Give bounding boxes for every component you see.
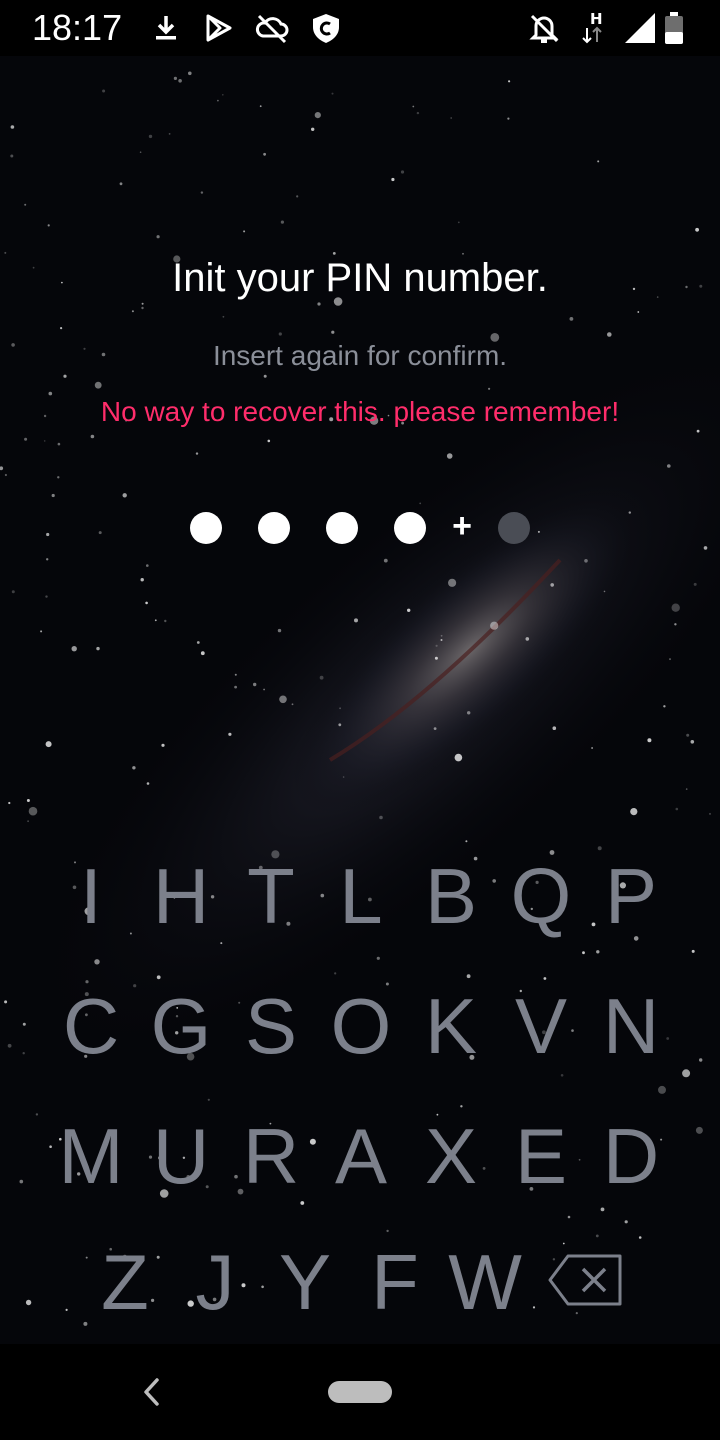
key-row2-4[interactable]: O	[316, 976, 406, 1076]
pin-dot-1	[190, 512, 222, 544]
key-row3-2[interactable]: U	[136, 1106, 226, 1206]
notifications-off-icon	[526, 10, 562, 46]
key-row1-2[interactable]: H	[136, 846, 226, 946]
key-row1-1[interactable]: I	[46, 846, 136, 946]
navigation-bar	[0, 1344, 720, 1440]
key-row3-4[interactable]: A	[316, 1106, 406, 1206]
home-pill-icon[interactable]	[328, 1381, 392, 1403]
network-h-icon: H	[578, 10, 614, 46]
svg-text:H: H	[590, 10, 603, 28]
key-row1-4[interactable]: L	[316, 846, 406, 946]
key-row2-2[interactable]: G	[136, 976, 226, 1076]
pin-setup-screen: 18:17 H Init your PIN number. Insert aga…	[0, 0, 720, 1440]
signal-icon	[622, 10, 658, 46]
pin-extend-plus: +	[452, 507, 472, 545]
key-row1-7[interactable]: P	[586, 846, 676, 946]
pin-dot-4	[394, 512, 426, 544]
key-row1-3[interactable]: T	[226, 846, 316, 946]
shield-c-icon	[308, 10, 344, 46]
status-bar: 18:17 H	[0, 0, 720, 56]
key-row4-3[interactable]: Y	[260, 1232, 350, 1332]
key-row2-1[interactable]: C	[46, 976, 136, 1076]
key-row1-6[interactable]: Q	[496, 846, 586, 946]
key-row4-4[interactable]: F	[350, 1232, 440, 1332]
galaxy-background	[0, 0, 720, 1440]
key-row2-5[interactable]: K	[406, 976, 496, 1076]
pin-dot-optional	[498, 512, 530, 544]
key-row3-5[interactable]: X	[406, 1106, 496, 1206]
key-row4-1[interactable]: Z	[80, 1232, 170, 1332]
key-row2-3[interactable]: S	[226, 976, 316, 1076]
key-row3-1[interactable]: M	[46, 1106, 136, 1206]
key-row3-6[interactable]: E	[496, 1106, 586, 1206]
key-row1-5[interactable]: B	[406, 846, 496, 946]
key-row3-7[interactable]: D	[586, 1106, 676, 1206]
key-row2-7[interactable]: N	[586, 976, 676, 1076]
status-time: 18:17	[32, 7, 123, 48]
pin-dot-3	[326, 512, 358, 544]
cloud-off-icon	[254, 10, 290, 46]
battery-icon	[662, 10, 686, 46]
instruction-text: Insert again for confirm.	[212, 340, 508, 371]
key-row4-2[interactable]: J	[170, 1232, 260, 1332]
key-row2-6[interactable]: V	[496, 976, 586, 1076]
play-store-icon	[200, 10, 236, 46]
key-row4-5[interactable]: W	[440, 1232, 530, 1332]
warning-text: No way to recover this. please remember!	[100, 396, 620, 427]
download-icon	[148, 10, 184, 46]
page-title: Init your PIN number.	[172, 256, 548, 300]
back-chevron-icon[interactable]	[136, 1374, 168, 1410]
key-row3-3[interactable]: R	[226, 1106, 316, 1206]
pin-dot-2	[258, 512, 290, 544]
backspace-icon[interactable]	[546, 1250, 626, 1310]
